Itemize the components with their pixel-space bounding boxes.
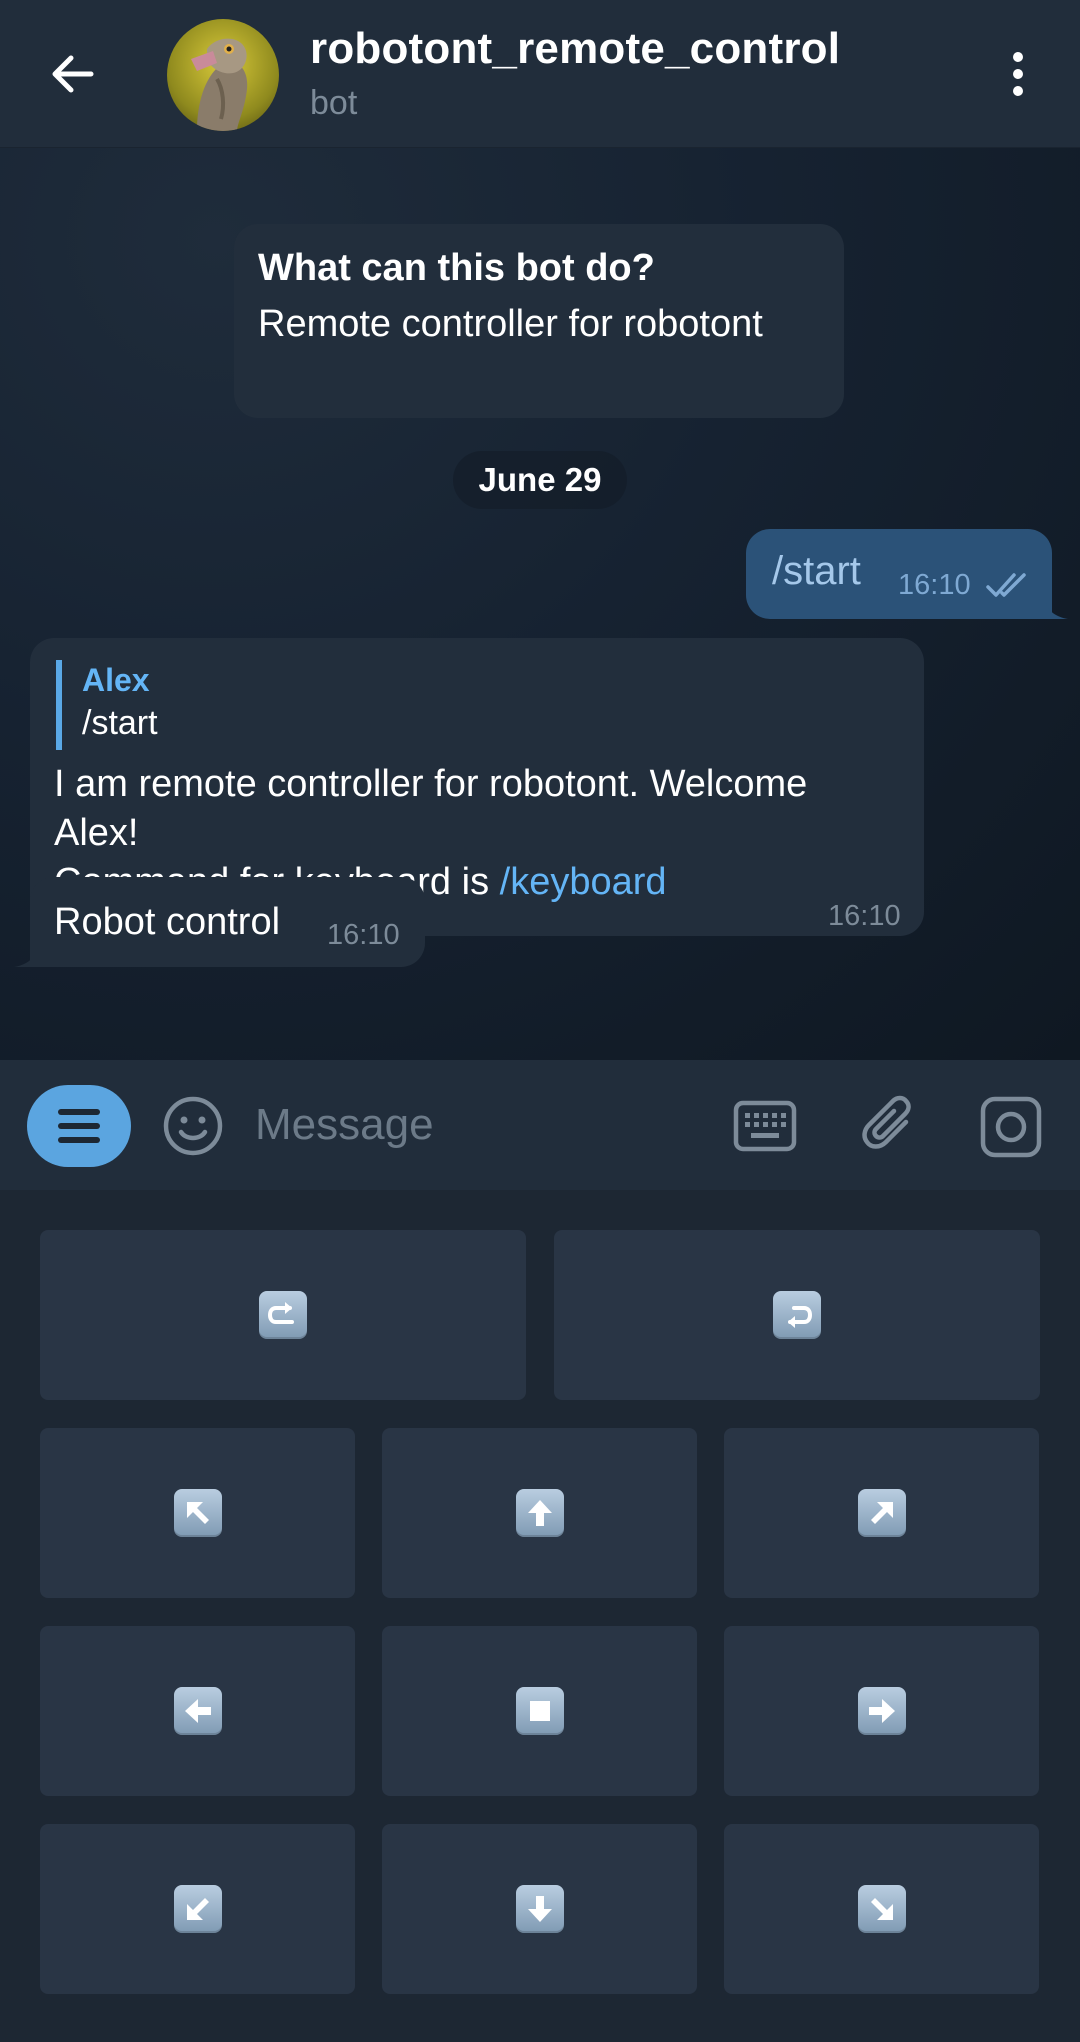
chat-title[interactable]: robotont_remote_control xyxy=(310,24,840,74)
camera-icon[interactable] xyxy=(980,1096,1042,1158)
bird-avatar-image xyxy=(167,19,279,131)
reply-text: /start xyxy=(82,704,158,742)
outgoing-bubble-tail xyxy=(1040,603,1068,619)
paperclip-icon[interactable] xyxy=(862,1094,918,1158)
bot-description-card: What can this bot do? Remote controller … xyxy=(234,224,844,418)
arrow-left-icon xyxy=(173,1687,222,1735)
incoming-message[interactable]: Robot control 16:10 xyxy=(30,877,425,967)
back-button[interactable] xyxy=(44,46,100,102)
reply-author: Alex xyxy=(82,662,150,698)
outgoing-message[interactable]: /start 16:10 xyxy=(746,529,1052,619)
message-time: 16:10 xyxy=(327,919,400,951)
message-text: /start xyxy=(772,549,861,593)
arrow-down-right-icon xyxy=(857,1885,906,1933)
bot-avatar[interactable] xyxy=(167,19,279,131)
bot-menu-button[interactable] xyxy=(27,1085,131,1167)
bot-reply-keyboard xyxy=(0,1190,1080,2042)
move-up-button[interactable] xyxy=(382,1428,697,1598)
message-time: 16:10 xyxy=(828,900,901,932)
message-time: 16:10 xyxy=(898,569,971,601)
move-down-button[interactable] xyxy=(382,1824,697,1994)
keyboard-command-link[interactable]: /keyboard xyxy=(500,861,667,903)
arrow-up-icon xyxy=(515,1489,564,1537)
move-down-left-button[interactable] xyxy=(40,1824,355,1994)
reply-quote[interactable]: Alex /start xyxy=(56,660,158,750)
chat-subtitle: bot xyxy=(310,84,358,122)
move-down-right-button[interactable] xyxy=(724,1824,1039,1994)
menu-icon xyxy=(58,1109,100,1143)
rotate-left-button[interactable] xyxy=(554,1230,1040,1400)
arrow-up-left-icon xyxy=(173,1489,222,1537)
move-up-left-button[interactable] xyxy=(40,1428,355,1598)
incoming-bubble-tail xyxy=(14,951,42,967)
move-up-right-button[interactable] xyxy=(724,1428,1039,1598)
rotate-left-icon xyxy=(773,1291,821,1339)
bot-description-text: Remote controller for robotont xyxy=(258,303,763,345)
chat-header: robotont_remote_control bot xyxy=(0,0,1080,148)
more-vertical-icon xyxy=(1013,52,1023,96)
move-right-button[interactable] xyxy=(724,1626,1039,1796)
more-options-button[interactable] xyxy=(1000,46,1036,102)
chat-messages-area[interactable]: What can this bot do? Remote controller … xyxy=(0,148,1080,1060)
arrow-down-left-icon xyxy=(173,1885,222,1933)
arrow-up-right-icon xyxy=(857,1489,906,1537)
date-separator: June 29 xyxy=(453,451,627,509)
message-input[interactable] xyxy=(255,1090,695,1160)
rotate-right-icon xyxy=(259,1291,307,1339)
arrow-right-icon xyxy=(857,1687,906,1735)
bot-description-title: What can this bot do? xyxy=(258,247,655,289)
message-line-1: I am remote controller for robotont. Wel… xyxy=(54,763,808,854)
stop-button[interactable] xyxy=(382,1626,697,1796)
move-left-button[interactable] xyxy=(40,1626,355,1796)
double-check-icon xyxy=(986,573,1026,597)
stop-icon xyxy=(515,1687,564,1735)
message-text: Robot control xyxy=(54,901,281,943)
arrow-down-icon xyxy=(515,1885,564,1933)
keyboard-icon[interactable] xyxy=(733,1100,797,1152)
message-composer xyxy=(0,1060,1080,1190)
emoji-icon[interactable] xyxy=(162,1095,224,1157)
rotate-right-button[interactable] xyxy=(40,1230,526,1400)
arrow-back-icon xyxy=(52,55,94,93)
